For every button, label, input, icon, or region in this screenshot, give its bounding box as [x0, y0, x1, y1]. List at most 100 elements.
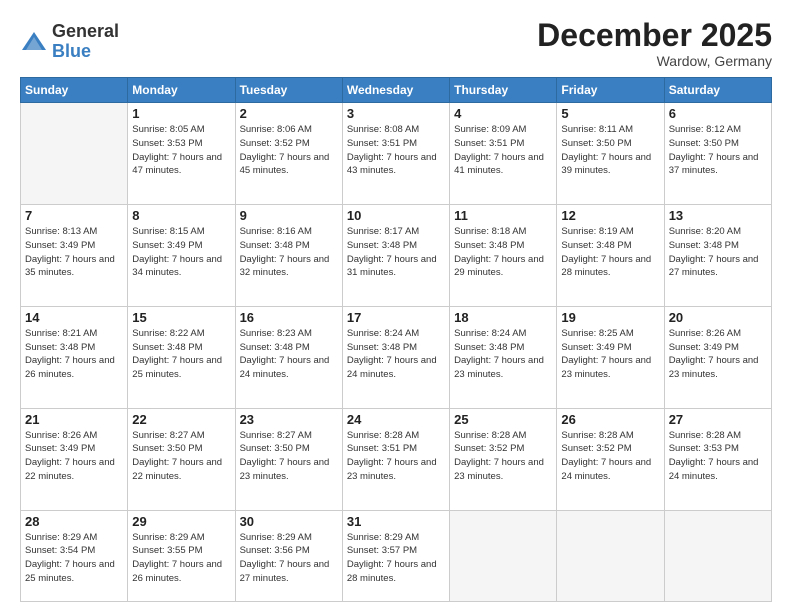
day-number: 11: [454, 208, 552, 223]
day-info: Sunrise: 8:15 AMSunset: 3:49 PMDaylight:…: [132, 225, 230, 280]
day-info: Sunrise: 8:13 AMSunset: 3:49 PMDaylight:…: [25, 225, 123, 280]
day-info: Sunrise: 8:21 AMSunset: 3:48 PMDaylight:…: [25, 327, 123, 382]
day-number: 24: [347, 412, 445, 427]
calendar-cell: 3 Sunrise: 8:08 AMSunset: 3:51 PMDaylight…: [342, 103, 449, 205]
day-number: 1: [132, 106, 230, 121]
day-number: 2: [240, 106, 338, 121]
day-number: 3: [347, 106, 445, 121]
day-header-thursday: Thursday: [450, 78, 557, 103]
calendar-cell: [664, 510, 771, 602]
day-info: Sunrise: 8:22 AMSunset: 3:48 PMDaylight:…: [132, 327, 230, 382]
day-info: Sunrise: 8:28 AMSunset: 3:51 PMDaylight:…: [347, 429, 445, 484]
title-block: December 2025 Wardow, Germany: [537, 18, 772, 69]
calendar-cell: 31 Sunrise: 8:29 AMSunset: 3:57 PMDayligh…: [342, 510, 449, 602]
calendar-cell: 15 Sunrise: 8:22 AMSunset: 3:48 PMDayligh…: [128, 306, 235, 408]
day-number: 23: [240, 412, 338, 427]
day-number: 25: [454, 412, 552, 427]
day-info: Sunrise: 8:09 AMSunset: 3:51 PMDaylight:…: [454, 123, 552, 178]
calendar-cell: 5Sunrise: 8:11 AMSunset: 3:50 PMDaylight…: [557, 103, 664, 205]
day-info: Sunrise: 8:08 AMSunset: 3:51 PMDaylight:…: [347, 123, 445, 178]
calendar-cell: 1 Sunrise: 8:05 AMSunset: 3:53 PMDaylight…: [128, 103, 235, 205]
day-number: 30: [240, 514, 338, 529]
day-header-sunday: Sunday: [21, 78, 128, 103]
day-info: Sunrise: 8:11 AMSunset: 3:50 PMDaylight:…: [561, 123, 659, 178]
calendar-cell: 30 Sunrise: 8:29 AMSunset: 3:56 PMDayligh…: [235, 510, 342, 602]
day-info: Sunrise: 8:20 AMSunset: 3:48 PMDaylight:…: [669, 225, 767, 280]
header: General Blue December 2025 Wardow, Germa…: [20, 18, 772, 69]
day-info: Sunrise: 8:28 AMSunset: 3:52 PMDaylight:…: [561, 429, 659, 484]
day-info: Sunrise: 8:29 AMSunset: 3:56 PMDaylight:…: [240, 531, 338, 586]
day-info: Sunrise: 8:16 AMSunset: 3:48 PMDaylight:…: [240, 225, 338, 280]
calendar-cell: 21 Sunrise: 8:26 AMSunset: 3:49 PMDayligh…: [21, 408, 128, 510]
day-header-tuesday: Tuesday: [235, 78, 342, 103]
page: General Blue December 2025 Wardow, Germa…: [0, 0, 792, 612]
day-number: 21: [25, 412, 123, 427]
day-number: 6: [669, 106, 767, 121]
calendar-cell: 4 Sunrise: 8:09 AMSunset: 3:51 PMDaylight…: [450, 103, 557, 205]
day-number: 9: [240, 208, 338, 223]
day-number: 26: [561, 412, 659, 427]
calendar-cell: 28Sunrise: 8:29 AMSunset: 3:54 PMDayligh…: [21, 510, 128, 602]
day-info: Sunrise: 8:18 AMSunset: 3:48 PMDaylight:…: [454, 225, 552, 280]
day-number: 22: [132, 412, 230, 427]
calendar-cell: 7Sunrise: 8:13 AMSunset: 3:49 PMDaylight…: [21, 205, 128, 307]
day-number: 10: [347, 208, 445, 223]
calendar-cell: 29Sunrise: 8:29 AMSunset: 3:55 PMDayligh…: [128, 510, 235, 602]
day-header-monday: Monday: [128, 78, 235, 103]
day-number: 4: [454, 106, 552, 121]
day-number: 14: [25, 310, 123, 325]
day-info: Sunrise: 8:17 AMSunset: 3:48 PMDaylight:…: [347, 225, 445, 280]
day-info: Sunrise: 8:05 AMSunset: 3:53 PMDaylight:…: [132, 123, 230, 178]
day-info: Sunrise: 8:28 AMSunset: 3:52 PMDaylight:…: [454, 429, 552, 484]
month-title: December 2025: [537, 18, 772, 53]
calendar-week-row: 1 Sunrise: 8:05 AMSunset: 3:53 PMDaylight…: [21, 103, 772, 205]
calendar-cell: 20 Sunrise: 8:26 AMSunset: 3:49 PMDayligh…: [664, 306, 771, 408]
calendar-week-row: 28Sunrise: 8:29 AMSunset: 3:54 PMDayligh…: [21, 510, 772, 602]
calendar-cell: 13 Sunrise: 8:20 AMSunset: 3:48 PMDayligh…: [664, 205, 771, 307]
calendar-cell: 23 Sunrise: 8:27 AMSunset: 3:50 PMDayligh…: [235, 408, 342, 510]
calendar-cell: 25 Sunrise: 8:28 AMSunset: 3:52 PMDayligh…: [450, 408, 557, 510]
day-number: 29: [132, 514, 230, 529]
calendar-cell: 9 Sunrise: 8:16 AMSunset: 3:48 PMDaylight…: [235, 205, 342, 307]
day-info: Sunrise: 8:27 AMSunset: 3:50 PMDaylight:…: [240, 429, 338, 484]
calendar-cell: 8 Sunrise: 8:15 AMSunset: 3:49 PMDaylight…: [128, 205, 235, 307]
calendar-cell: 10 Sunrise: 8:17 AMSunset: 3:48 PMDayligh…: [342, 205, 449, 307]
day-number: 15: [132, 310, 230, 325]
day-info: Sunrise: 8:23 AMSunset: 3:48 PMDaylight:…: [240, 327, 338, 382]
day-info: Sunrise: 8:25 AMSunset: 3:49 PMDaylight:…: [561, 327, 659, 382]
calendar-cell: 11 Sunrise: 8:18 AMSunset: 3:48 PMDayligh…: [450, 205, 557, 307]
day-info: Sunrise: 8:29 AMSunset: 3:57 PMDaylight:…: [347, 531, 445, 586]
day-info: Sunrise: 8:19 AMSunset: 3:48 PMDaylight:…: [561, 225, 659, 280]
location: Wardow, Germany: [537, 53, 772, 69]
day-number: 16: [240, 310, 338, 325]
day-number: 19: [561, 310, 659, 325]
day-header-saturday: Saturday: [664, 78, 771, 103]
calendar-cell: 24 Sunrise: 8:28 AMSunset: 3:51 PMDayligh…: [342, 408, 449, 510]
day-info: Sunrise: 8:26 AMSunset: 3:49 PMDaylight:…: [25, 429, 123, 484]
logo-blue: Blue: [52, 42, 119, 62]
logo-icon: [20, 28, 48, 56]
day-info: Sunrise: 8:26 AMSunset: 3:49 PMDaylight:…: [669, 327, 767, 382]
calendar: SundayMondayTuesdayWednesdayThursdayFrid…: [20, 77, 772, 602]
day-info: Sunrise: 8:28 AMSunset: 3:53 PMDaylight:…: [669, 429, 767, 484]
day-number: 28: [25, 514, 123, 529]
logo-text: General Blue: [52, 22, 119, 62]
day-number: 18: [454, 310, 552, 325]
calendar-cell: 2Sunrise: 8:06 AMSunset: 3:52 PMDaylight…: [235, 103, 342, 205]
calendar-cell: 27 Sunrise: 8:28 AMSunset: 3:53 PMDayligh…: [664, 408, 771, 510]
day-info: Sunrise: 8:27 AMSunset: 3:50 PMDaylight:…: [132, 429, 230, 484]
day-header-wednesday: Wednesday: [342, 78, 449, 103]
day-number: 13: [669, 208, 767, 223]
day-header-friday: Friday: [557, 78, 664, 103]
calendar-week-row: 21 Sunrise: 8:26 AMSunset: 3:49 PMDayligh…: [21, 408, 772, 510]
day-info: Sunrise: 8:12 AMSunset: 3:50 PMDaylight:…: [669, 123, 767, 178]
day-number: 12: [561, 208, 659, 223]
calendar-cell: [21, 103, 128, 205]
day-number: 20: [669, 310, 767, 325]
calendar-cell: 14 Sunrise: 8:21 AMSunset: 3:48 PMDayligh…: [21, 306, 128, 408]
day-number: 31: [347, 514, 445, 529]
day-number: 8: [132, 208, 230, 223]
day-number: 27: [669, 412, 767, 427]
day-info: Sunrise: 8:24 AMSunset: 3:48 PMDaylight:…: [454, 327, 552, 382]
calendar-cell: 22 Sunrise: 8:27 AMSunset: 3:50 PMDayligh…: [128, 408, 235, 510]
